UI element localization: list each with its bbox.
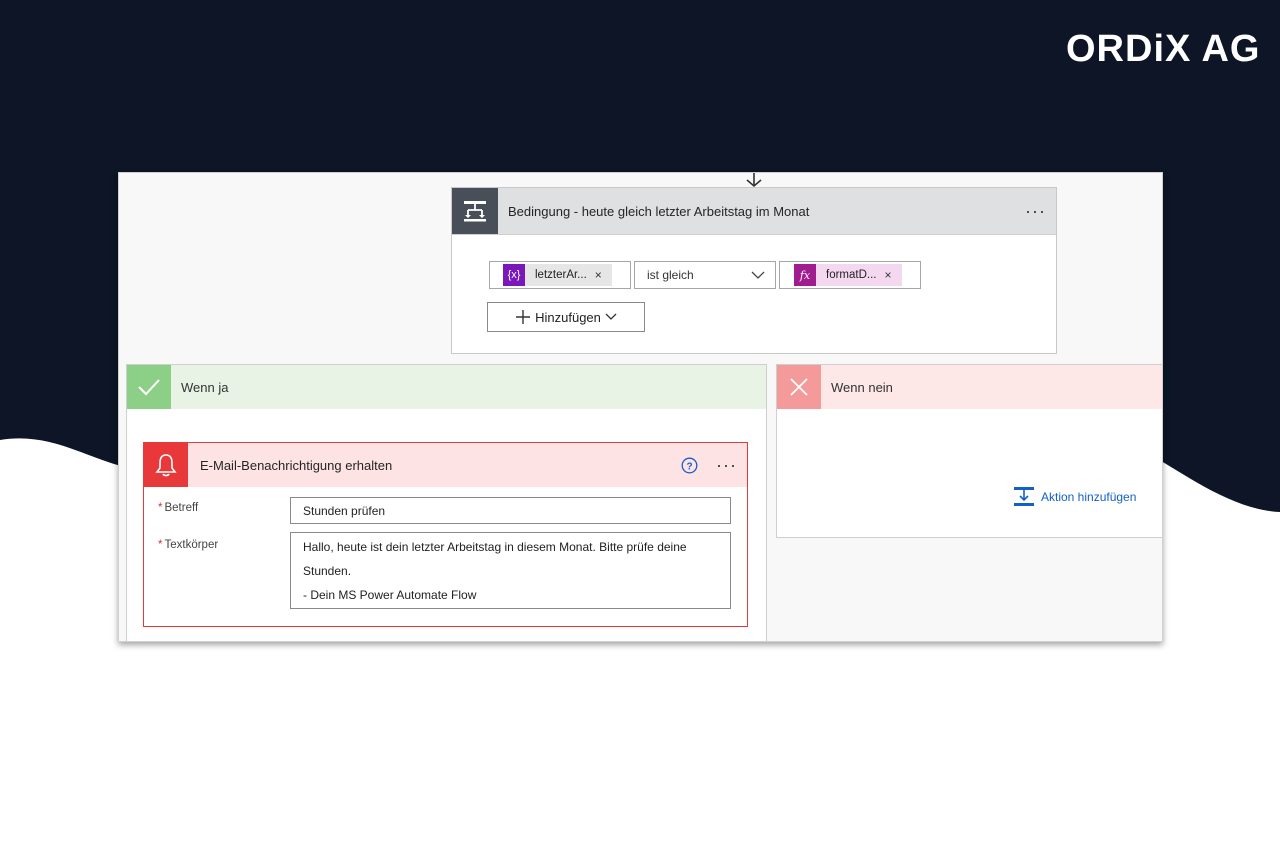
body-line: Hallo, heute ist dein letzter Arbeitstag… bbox=[303, 540, 687, 554]
body-label: * Textkörper bbox=[158, 539, 218, 551]
add-condition-button[interactable]: Hinzufügen bbox=[487, 302, 645, 332]
add-action-link[interactable]: Aktion hinzufügen bbox=[1013, 486, 1136, 508]
no-branch-label: Wenn nein bbox=[831, 379, 893, 395]
add-action-icon bbox=[1014, 487, 1034, 506]
email-notification-card: E-Mail-Benachrichtigung erhalten ? ··· *… bbox=[143, 442, 748, 627]
chevron-down-icon bbox=[605, 313, 617, 320]
chevron-down-icon bbox=[751, 271, 765, 279]
company-logo: ORDiX AG bbox=[1066, 28, 1261, 70]
right-operand-field[interactable]: fx formatD... × bbox=[779, 261, 921, 289]
left-operand-field[interactable]: {x} letzterAr... × bbox=[489, 261, 631, 289]
operator-select[interactable]: ist gleich bbox=[634, 261, 776, 289]
body-label-text: Textkörper bbox=[164, 539, 219, 551]
function-token[interactable]: fx formatD... × bbox=[794, 264, 902, 286]
help-icon[interactable]: ? bbox=[681, 457, 698, 474]
remove-variable-token-button[interactable]: × bbox=[595, 268, 612, 282]
remove-function-token-button[interactable]: × bbox=[884, 268, 901, 282]
no-branch-header[interactable]: Wenn nein bbox=[777, 365, 1162, 409]
function-icon: fx bbox=[794, 264, 816, 286]
check-icon bbox=[127, 365, 171, 409]
subject-label-text: Betreff bbox=[164, 502, 199, 514]
variable-token[interactable]: {x} letzterAr... × bbox=[503, 264, 612, 286]
subject-label: * Betreff bbox=[158, 502, 198, 514]
close-x-icon bbox=[777, 365, 821, 409]
condition-expression: {x} letzterAr... × ist gleich fx formatD… bbox=[489, 261, 921, 289]
variable-icon: {x} bbox=[503, 264, 525, 286]
condition-card: Bedingung - heute gleich letzter Arbeits… bbox=[451, 187, 1057, 354]
yes-branch: Wenn ja E-Mail-Benachrichtigung erhalten… bbox=[126, 364, 767, 641]
email-notification-header[interactable]: E-Mail-Benachrichtigung erhalten ? ··· bbox=[144, 443, 747, 487]
required-marker: * bbox=[158, 539, 163, 551]
flow-designer-canvas: Bedingung - heute gleich letzter Arbeits… bbox=[118, 172, 1163, 642]
operator-value: ist gleich bbox=[647, 268, 694, 282]
email-notification-title: E-Mail-Benachrichtigung erhalten bbox=[200, 457, 393, 473]
bell-icon bbox=[144, 443, 188, 487]
subject-input[interactable]: Stunden prüfen bbox=[290, 497, 731, 524]
condition-header[interactable]: Bedingung - heute gleich letzter Arbeits… bbox=[452, 188, 1056, 235]
body-line: - Dein MS Power Automate Flow bbox=[303, 588, 477, 602]
condition-icon bbox=[452, 188, 498, 234]
add-condition-label: Hinzufügen bbox=[535, 309, 601, 325]
required-marker: * bbox=[158, 502, 163, 514]
no-branch: Wenn nein Aktion hinzufügen bbox=[776, 364, 1162, 538]
body-textarea[interactable]: Hallo, heute ist dein letzter Arbeitstag… bbox=[290, 532, 731, 609]
yes-branch-header[interactable]: Wenn ja bbox=[127, 365, 766, 409]
condition-more-button[interactable]: ··· bbox=[1025, 202, 1046, 220]
yes-branch-label: Wenn ja bbox=[181, 379, 229, 395]
function-token-label: formatD... bbox=[826, 269, 877, 281]
plus-icon bbox=[516, 310, 531, 324]
variable-token-label: letzterAr... bbox=[535, 269, 587, 281]
body-line: Stunden. bbox=[303, 564, 352, 578]
add-action-label: Aktion hinzufügen bbox=[1041, 490, 1137, 504]
email-card-more-button[interactable]: ··· bbox=[716, 456, 737, 474]
condition-title: Bedingung - heute gleich letzter Arbeits… bbox=[508, 203, 810, 219]
svg-text:?: ? bbox=[686, 461, 692, 472]
